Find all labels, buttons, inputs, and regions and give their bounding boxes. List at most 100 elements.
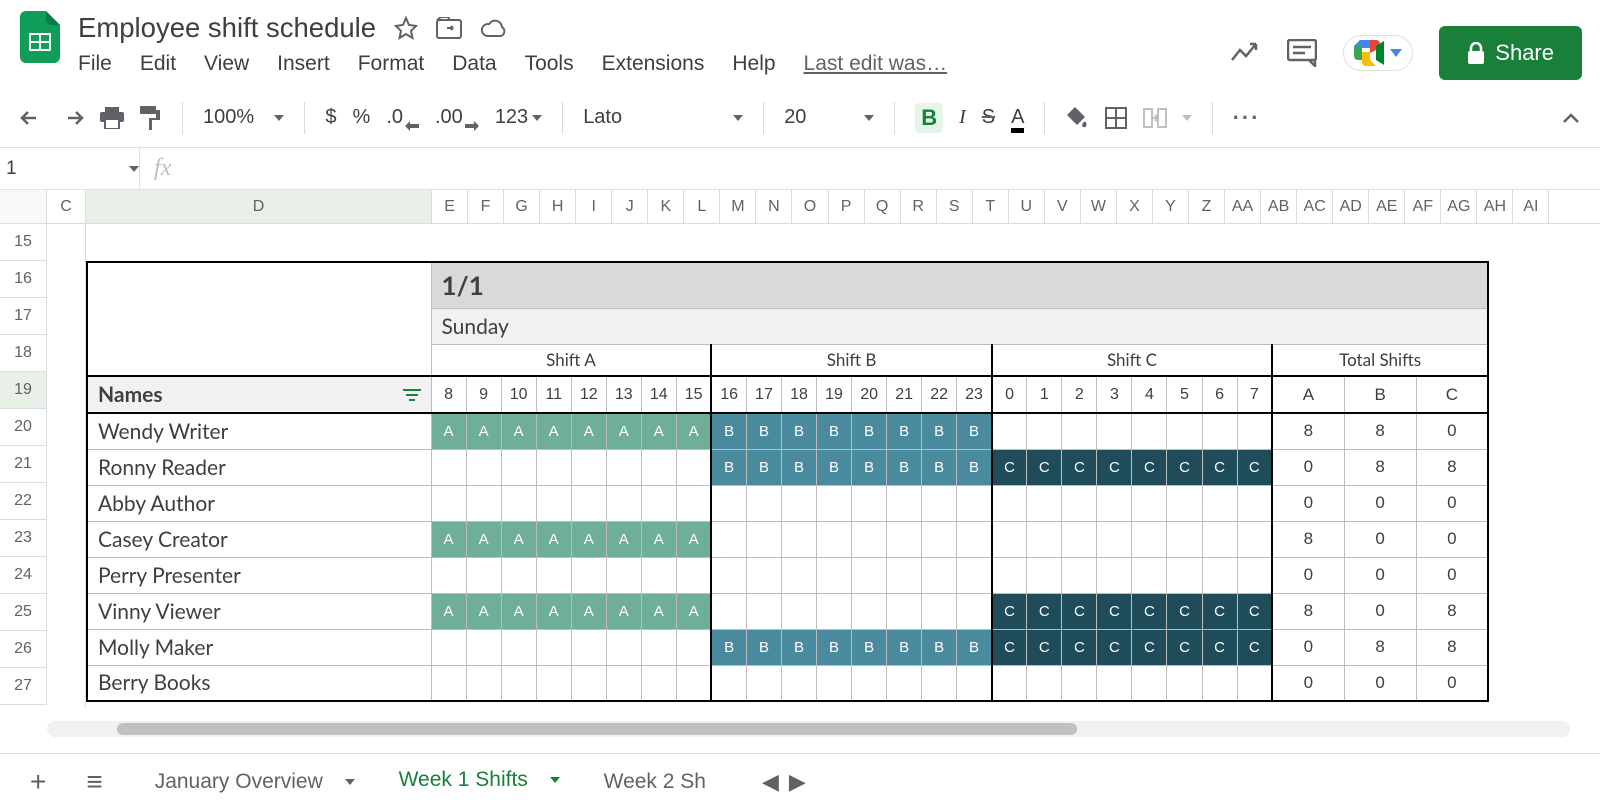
- shift-cell[interactable]: B: [817, 629, 852, 665]
- shift-cell[interactable]: [606, 485, 641, 521]
- star-icon[interactable]: [394, 16, 418, 40]
- shift-cell[interactable]: [957, 485, 992, 521]
- col-header-AC[interactable]: AC: [1297, 190, 1333, 223]
- shift-cell[interactable]: B: [781, 629, 816, 665]
- print-button[interactable]: [100, 107, 124, 129]
- shift-cell[interactable]: B: [887, 449, 922, 485]
- shift-cell[interactable]: C: [1062, 629, 1097, 665]
- shift-cell[interactable]: [711, 521, 746, 557]
- col-header-K[interactable]: K: [648, 190, 684, 223]
- shift-cell[interactable]: B: [922, 629, 957, 665]
- tab-next-button[interactable]: ▶: [789, 769, 806, 795]
- shift-cell[interactable]: C: [1237, 449, 1272, 485]
- horizontal-scrollbar[interactable]: [47, 721, 1570, 737]
- last-edit-link[interactable]: Last edit was…: [804, 52, 948, 76]
- shift-cell[interactable]: [1132, 665, 1167, 701]
- shift-cell[interactable]: [711, 593, 746, 629]
- shift-cell[interactable]: [606, 557, 641, 593]
- shift-cell[interactable]: [1097, 413, 1132, 449]
- shift-cell[interactable]: [571, 665, 606, 701]
- names-header[interactable]: Names: [87, 376, 431, 413]
- shift-cell[interactable]: A: [431, 593, 466, 629]
- employee-name[interactable]: Wendy Writer: [87, 413, 431, 449]
- borders-button[interactable]: [1105, 107, 1127, 129]
- shift-cell[interactable]: [781, 485, 816, 521]
- shift-cell[interactable]: [466, 485, 501, 521]
- shift-cell[interactable]: B: [957, 449, 992, 485]
- percent-button[interactable]: %: [353, 106, 371, 129]
- collapse-toolbar-button[interactable]: [1562, 112, 1580, 124]
- shift-cell[interactable]: [641, 665, 676, 701]
- shift-cell[interactable]: [466, 557, 501, 593]
- shift-cell[interactable]: [1027, 665, 1062, 701]
- col-header-AG[interactable]: AG: [1441, 190, 1477, 223]
- col-header-AI[interactable]: AI: [1513, 190, 1549, 223]
- shift-cell[interactable]: [1132, 485, 1167, 521]
- menu-view[interactable]: View: [204, 52, 249, 76]
- shift-cell[interactable]: [1237, 413, 1272, 449]
- shift-cell[interactable]: [1237, 665, 1272, 701]
- sheet-tab[interactable]: January Overview: [133, 754, 377, 809]
- shift-cell[interactable]: [922, 557, 957, 593]
- shift-cell[interactable]: [1132, 413, 1167, 449]
- shift-cell[interactable]: [1062, 557, 1097, 593]
- paint-format-button[interactable]: [140, 106, 162, 130]
- shift-cell[interactable]: [781, 557, 816, 593]
- col-header-E[interactable]: E: [432, 190, 468, 223]
- shift-cell[interactable]: A: [571, 593, 606, 629]
- shift-cell[interactable]: B: [852, 629, 887, 665]
- row-header-15[interactable]: 15: [0, 224, 47, 261]
- more-toolbar-button[interactable]: ···: [1233, 105, 1261, 131]
- shift-cell[interactable]: B: [852, 413, 887, 449]
- shift-cell[interactable]: B: [746, 629, 781, 665]
- shift-cell[interactable]: [711, 557, 746, 593]
- shift-cell[interactable]: [1237, 521, 1272, 557]
- shift-cell[interactable]: [571, 449, 606, 485]
- shift-cell[interactable]: A: [641, 593, 676, 629]
- shift-cell[interactable]: [887, 665, 922, 701]
- shift-cell[interactable]: [1062, 521, 1097, 557]
- shift-cell[interactable]: [1202, 665, 1237, 701]
- shift-cell[interactable]: [606, 665, 641, 701]
- shift-cell[interactable]: [852, 593, 887, 629]
- shift-cell[interactable]: [852, 485, 887, 521]
- shift-cell[interactable]: [571, 485, 606, 521]
- col-header-W[interactable]: W: [1081, 190, 1117, 223]
- employee-name[interactable]: Vinny Viewer: [87, 593, 431, 629]
- scrollbar-thumb[interactable]: [117, 723, 1077, 735]
- activity-icon[interactable]: [1231, 42, 1261, 64]
- shift-cell[interactable]: C: [1132, 593, 1167, 629]
- sheet-tab[interactable]: Week 2 Sh: [582, 754, 728, 809]
- shift-cell[interactable]: [1202, 413, 1237, 449]
- shift-cell[interactable]: [606, 629, 641, 665]
- col-header-T[interactable]: T: [973, 190, 1009, 223]
- font-size-select[interactable]: 20: [784, 106, 874, 129]
- row-header-25[interactable]: 25: [0, 594, 47, 631]
- shift-cell[interactable]: A: [536, 521, 571, 557]
- shift-cell[interactable]: A: [606, 521, 641, 557]
- shift-cell[interactable]: [817, 485, 852, 521]
- shift-cell[interactable]: [676, 665, 711, 701]
- doc-title[interactable]: Employee shift schedule: [78, 12, 376, 44]
- col-header-AB[interactable]: AB: [1261, 190, 1297, 223]
- shift-cell[interactable]: [1062, 485, 1097, 521]
- shift-cell[interactable]: A: [536, 593, 571, 629]
- shift-cell[interactable]: [1132, 521, 1167, 557]
- shift-cell[interactable]: C: [992, 449, 1027, 485]
- employee-name[interactable]: Ronny Reader: [87, 449, 431, 485]
- shift-cell[interactable]: [992, 521, 1027, 557]
- shift-cell[interactable]: [957, 521, 992, 557]
- num-format-select[interactable]: 123: [495, 106, 542, 129]
- shift-cell[interactable]: [1027, 485, 1062, 521]
- col-header-D[interactable]: D: [86, 190, 432, 223]
- shift-cell[interactable]: A: [466, 593, 501, 629]
- row-header-18[interactable]: 18: [0, 335, 47, 372]
- shift-cell[interactable]: [887, 521, 922, 557]
- col-header-R[interactable]: R: [901, 190, 937, 223]
- row-header-17[interactable]: 17: [0, 298, 47, 335]
- shift-cell[interactable]: [817, 557, 852, 593]
- row-header-19[interactable]: 19: [0, 372, 47, 409]
- col-header-AD[interactable]: AD: [1333, 190, 1369, 223]
- shift-cell[interactable]: [1062, 665, 1097, 701]
- shift-cell[interactable]: C: [1167, 593, 1202, 629]
